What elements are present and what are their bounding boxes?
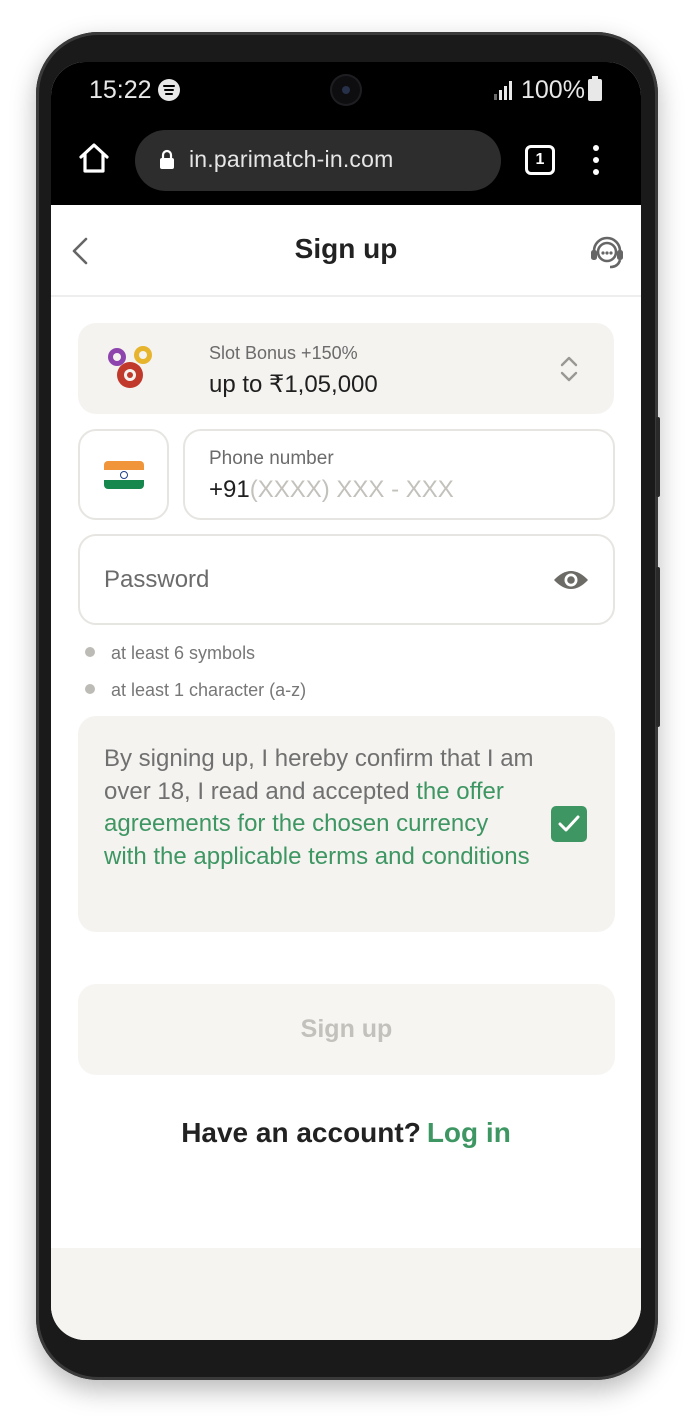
country-selector[interactable] (78, 429, 169, 520)
battery-icon (588, 76, 602, 101)
india-flag-icon (104, 461, 144, 489)
phone-value: +91(XXXX) XXX - XXX (209, 476, 454, 504)
consent-checkbox[interactable] (551, 806, 587, 842)
check-icon (558, 815, 580, 832)
password-input[interactable]: Password (78, 534, 615, 625)
browser-chrome: 15:22 100% in.parimatch-in.com 1 (51, 62, 641, 205)
spotify-icon (158, 79, 180, 101)
tabs-icon[interactable]: 1 (525, 145, 555, 175)
signal-icon (494, 80, 512, 100)
password-rule: at least 1 character (a-z) (85, 680, 306, 701)
rule-text: at least 1 character (a-z) (111, 680, 307, 700)
volume-button (656, 417, 660, 497)
bonus-amount: up to ₹1,05,000 (209, 371, 378, 398)
page-header: Sign up (51, 205, 641, 297)
page-title: Sign up (294, 233, 398, 264)
page-footer (51, 1248, 641, 1340)
home-icon[interactable] (78, 142, 110, 174)
bonus-selector[interactable]: Slot Bonus +150% up to ₹1,05,000 (78, 323, 614, 414)
url-text: in.parimatch-in.com (189, 146, 394, 172)
consent-box: By signing up, I hereby confirm that I a… (78, 716, 615, 932)
phone-prefix: +91 (209, 476, 250, 503)
bonus-label: Slot Bonus +150% (209, 343, 358, 363)
status-time: 15:22 (89, 76, 152, 104)
login-prompt: Have an account? (181, 1117, 421, 1148)
support-icon[interactable] (588, 233, 626, 271)
login-row: Have an account? Log in (51, 1117, 641, 1149)
login-link[interactable]: Log in (427, 1117, 511, 1148)
signup-button[interactable]: Sign up (78, 984, 615, 1075)
password-rule: at least 6 symbols (85, 643, 255, 664)
front-camera (330, 74, 362, 106)
eye-icon[interactable] (552, 568, 590, 592)
menu-icon[interactable] (592, 145, 600, 175)
phone-placeholder: (XXXX) XXX - XXX (249, 476, 454, 503)
phone-label: Phone number (209, 448, 334, 469)
phone-input[interactable]: Phone number +91(XXXX) XXX - XXX (183, 429, 615, 520)
lock-icon (160, 149, 174, 169)
chips-icon (108, 346, 152, 388)
battery-percent: 100% (521, 76, 585, 104)
url-bar[interactable]: in.parimatch-in.com (135, 130, 501, 191)
updown-icon (560, 356, 578, 382)
password-placeholder: Password (104, 566, 210, 593)
screen: 15:22 100% in.parimatch-in.com 1 Sign up (51, 62, 641, 1340)
rule-text: at least 6 symbols (111, 643, 256, 663)
power-button (656, 567, 660, 727)
consent-text: By signing up, I hereby confirm that I a… (104, 743, 534, 873)
